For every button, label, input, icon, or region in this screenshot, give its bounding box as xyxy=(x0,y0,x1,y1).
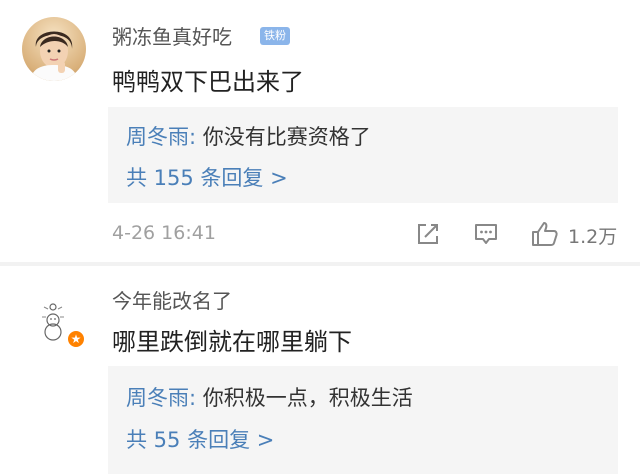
view-replies-link[interactable]: 共 55 条回复 > xyxy=(126,424,274,454)
fan-badge: 铁粉 xyxy=(260,27,290,45)
avatar[interactable] xyxy=(22,17,86,81)
comment-content: 哪里跌倒就在哪里躺下 xyxy=(112,328,352,356)
comment-divider xyxy=(0,262,640,266)
view-replies-link[interactable]: 共 155 条回复 > xyxy=(126,162,288,192)
username[interactable]: 粥冻鱼真好吃 xyxy=(112,21,232,50)
comment-content: 鸭鸭双下巴出来了 xyxy=(112,68,304,96)
reply-text: 你积极一点，积极生活 xyxy=(202,386,413,410)
share-edit-button[interactable] xyxy=(414,220,442,248)
comment-icon xyxy=(475,224,497,244)
star-badge-icon: ★ xyxy=(66,329,86,349)
reply-preview[interactable]: 周冬雨: 你积极一点，积极生活 共 55 条回复 > xyxy=(108,366,618,474)
like-button[interactable] xyxy=(530,220,560,248)
reply-author[interactable]: 周冬雨 xyxy=(126,125,189,149)
like-count: 1.2万 xyxy=(568,226,618,248)
share-edit-icon xyxy=(418,224,438,244)
reply-author[interactable]: 周冬雨 xyxy=(126,386,189,410)
reply-separator: : xyxy=(189,125,203,149)
reply-preview[interactable]: 周冬雨: 你没有比赛资格了 共 155 条回复 > xyxy=(108,107,618,203)
reply-line: 周冬雨: 你没有比赛资格了 xyxy=(126,121,371,151)
reply-separator: : xyxy=(189,386,203,410)
reply-text: 你没有比赛资格了 xyxy=(202,125,371,149)
thumbs-up-icon xyxy=(532,222,558,246)
timestamp: 4-26 16:41 xyxy=(112,222,216,244)
username[interactable]: 今年能改名了 xyxy=(112,285,232,314)
reply-line: 周冬雨: 你积极一点，积极生活 xyxy=(126,382,413,412)
comment-button[interactable] xyxy=(472,220,500,248)
